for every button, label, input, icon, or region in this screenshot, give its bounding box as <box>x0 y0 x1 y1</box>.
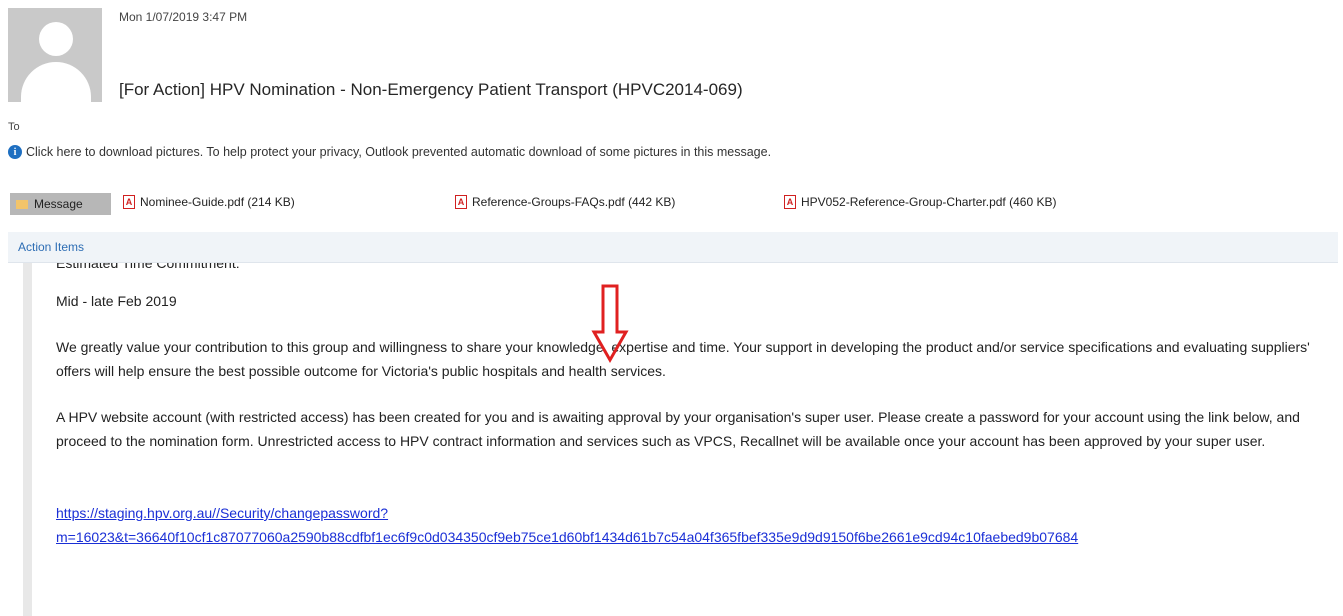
red-down-arrow-annotation <box>591 284 629 364</box>
password-link: https://staging.hpv.org.au//Security/cha… <box>56 501 1316 549</box>
download-pictures-text[interactable]: Click here to download pictures. To help… <box>26 145 771 159</box>
avatar-head-shape <box>39 22 73 56</box>
appreciation-paragraph: We greatly value your contribution to th… <box>56 339 1310 379</box>
message-tab-label: Message <box>34 197 83 211</box>
change-password-link-line2[interactable]: m=16023&t=36640f10cf1c87077060a2590b88cd… <box>56 529 1078 545</box>
attachment-reference-groups-faqs[interactable]: A Reference-Groups-FAQs.pdf (442 KB) <box>455 195 675 209</box>
time-commitment-heading: Estimated Time Commitment: <box>56 263 240 271</box>
attachment-label: Reference-Groups-FAQs.pdf (442 KB) <box>472 195 676 209</box>
download-pictures-bar[interactable]: i Click here to download pictures. To he… <box>8 145 771 159</box>
pdf-icon: A <box>123 195 135 209</box>
date-range-text: Mid - late Feb 2019 <box>56 293 177 309</box>
message-subject: [For Action] HPV Nomination - Non-Emerge… <box>119 80 743 99</box>
attachment-label: HPV052-Reference-Group-Charter.pdf (460 … <box>801 195 1057 209</box>
change-password-link-line1[interactable]: https://staging.hpv.org.au//Security/cha… <box>56 505 388 521</box>
envelope-icon <box>16 199 28 209</box>
message-tab[interactable]: Message <box>10 193 111 215</box>
attachment-nominee-guide[interactable]: A Nominee-Guide.pdf (214 KB) <box>123 195 295 209</box>
action-items-link[interactable]: Action Items <box>18 240 84 254</box>
attachment-reference-group-charter[interactable]: A HPV052-Reference-Group-Charter.pdf (46… <box>784 195 1056 209</box>
attachment-label: Nominee-Guide.pdf (214 KB) <box>140 195 295 209</box>
account-paragraph: A HPV website account (with restricted a… <box>56 409 1300 449</box>
message-date: Mon 1/07/2019 3:47 PM <box>119 10 248 24</box>
action-items-bar: Action Items <box>8 232 1338 263</box>
pdf-icon: A <box>784 195 796 209</box>
avatar-body-shape <box>21 62 91 102</box>
to-label: To <box>8 121 20 133</box>
attachment-bar: Message A Nominee-Guide.pdf (214 KB) A R… <box>0 191 1343 217</box>
pdf-icon: A <box>455 195 467 209</box>
sender-avatar[interactable] <box>8 8 102 102</box>
info-icon: i <box>8 145 22 159</box>
message-body: Estimated Time Commitment: Mid - late Fe… <box>23 263 1343 616</box>
